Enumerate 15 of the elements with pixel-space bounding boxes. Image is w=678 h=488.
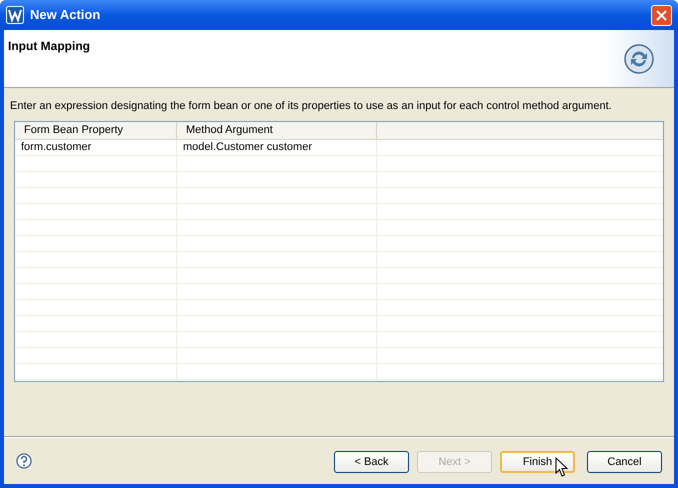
dialog-button[interactable]: Cancel: [587, 451, 662, 474]
close-button[interactable]: [651, 4, 672, 26]
mouse-pointer-icon: [555, 456, 568, 477]
table-cell: form.customer: [15, 140, 177, 155]
app-logo-icon: [6, 6, 24, 24]
table-cell: model.Customer customer: [177, 140, 377, 155]
column-header[interactable]: Method Argument: [177, 122, 377, 139]
window-title: New Action: [30, 6, 102, 24]
description-text: Enter an expression designating the form bean or one of its properties to use as an input for each control method argument.: [10, 99, 613, 113]
dialog-button[interactable]: < Back: [334, 451, 409, 474]
help-icon[interactable]: [16, 453, 32, 469]
close-icon: [656, 10, 667, 20]
column-header[interactable]: Form Bean Property: [15, 122, 177, 139]
page-title: Input Mapping: [8, 38, 90, 55]
refresh-icon: [624, 44, 654, 74]
